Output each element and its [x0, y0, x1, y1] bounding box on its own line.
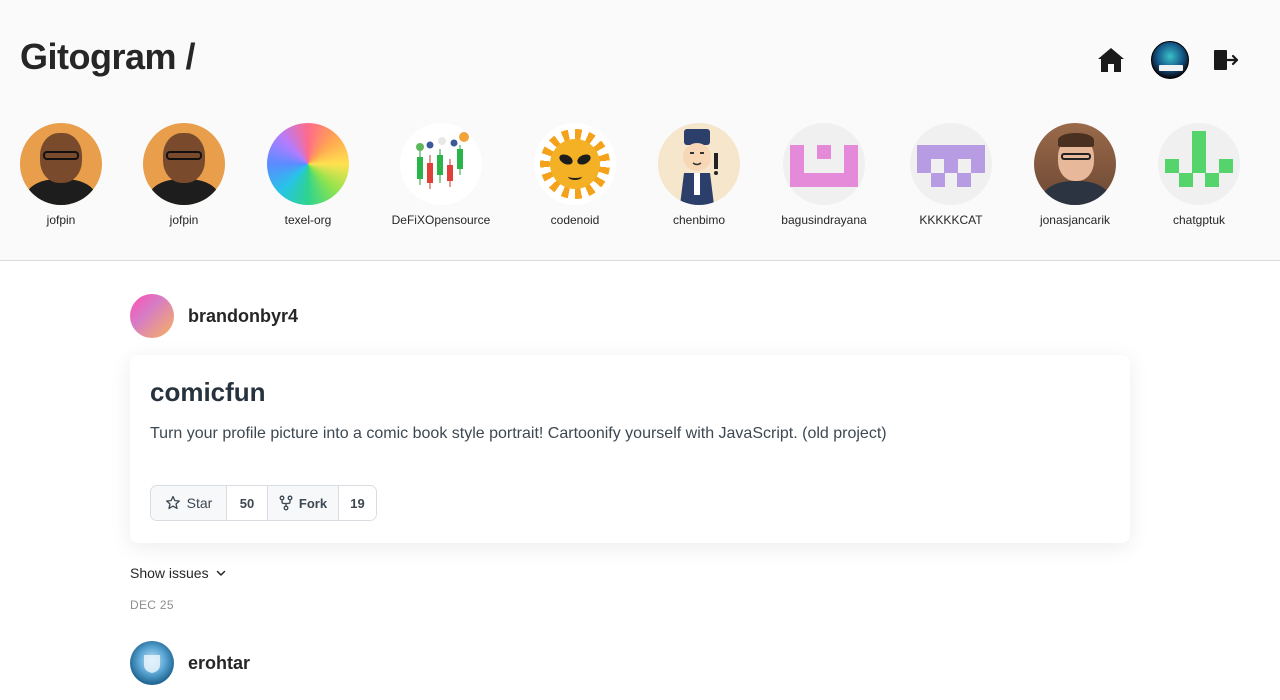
story-item[interactable]: DeFiXOpensource — [381, 123, 501, 227]
identicon-purple — [917, 145, 985, 187]
logout-button[interactable] — [1211, 40, 1241, 80]
story-item[interactable]: bagusindrayana — [764, 123, 884, 227]
top-nav — [1096, 40, 1241, 80]
story-item[interactable]: texel-org — [248, 123, 368, 227]
story-avatar — [143, 123, 225, 205]
repo-title[interactable]: comicfun — [150, 377, 1110, 408]
story-username: KKKKKCAT — [919, 213, 983, 227]
avatar-badge — [1159, 65, 1183, 71]
app-logo[interactable]: Gitogram / — [20, 36, 196, 78]
story-item[interactable]: jonasjancarik — [1015, 123, 1135, 227]
fork-button[interactable]: Fork — [268, 486, 339, 520]
identicon-pink — [790, 145, 858, 187]
user-avatar[interactable] — [130, 641, 174, 685]
story-avatar — [783, 123, 865, 205]
story-username: jofpin — [46, 213, 76, 227]
story-avatar — [910, 123, 992, 205]
star-icon — [165, 495, 180, 510]
story-username: texel-org — [284, 213, 332, 227]
story-username: DeFiXOpensource — [391, 213, 491, 227]
logout-icon — [1214, 50, 1239, 70]
story-item[interactable]: jofpin — [124, 123, 244, 227]
logo-icon — [144, 655, 160, 673]
story-item[interactable]: codenoid — [515, 123, 635, 227]
fork-count[interactable]: 19 — [339, 486, 376, 520]
star-count[interactable]: 50 — [227, 486, 268, 520]
story-username: bagusindrayana — [781, 213, 867, 227]
star-label: Star — [186, 495, 213, 511]
user-avatar[interactable] — [130, 294, 174, 338]
profile-avatar-button[interactable] — [1151, 41, 1189, 79]
story-avatar — [20, 123, 102, 205]
story-item[interactable]: chatgptuk — [1139, 123, 1259, 227]
identicon-green — [1165, 131, 1233, 187]
home-icon — [1098, 48, 1124, 72]
feed-post: erohtar — [130, 641, 1130, 685]
feed-post: brandonbyr4 comicfun Turn your profile p… — [130, 294, 1130, 612]
top-bar: Gitogram / jofpin jofpin texel-org DeFiX… — [0, 0, 1280, 261]
cartoon-character-icon — [680, 129, 718, 205]
post-date: DEC 25 — [130, 598, 174, 612]
post-username[interactable]: brandonbyr4 — [188, 306, 298, 327]
fork-icon — [279, 495, 293, 511]
story-username: chatgptuk — [1172, 213, 1226, 227]
star-button[interactable]: Star — [151, 486, 227, 520]
story-username: codenoid — [550, 213, 600, 227]
candlestick-chart-icon — [416, 132, 469, 189]
post-header: erohtar — [130, 641, 1130, 685]
story-avatar — [267, 123, 349, 205]
story-username: jonasjancarik — [1039, 213, 1111, 227]
story-username: chenbimo — [672, 213, 726, 227]
show-issues-label: Show issues — [130, 565, 209, 581]
story-avatar — [658, 123, 740, 205]
story-username: jofpin — [169, 213, 199, 227]
story-item[interactable]: jofpin — [1, 123, 121, 227]
repo-actions: Star 50 Fork 19 — [150, 485, 377, 521]
repo-card: comicfun Turn your profile picture into … — [130, 355, 1130, 543]
story-item[interactable]: chenbimo — [639, 123, 759, 227]
story-avatar — [1158, 123, 1240, 205]
show-issues-toggle[interactable]: Show issues — [130, 565, 1130, 581]
story-avatar — [534, 123, 616, 205]
home-button[interactable] — [1096, 40, 1126, 80]
post-header: brandonbyr4 — [130, 294, 1130, 338]
feed: brandonbyr4 comicfun Turn your profile p… — [130, 294, 1130, 685]
story-avatar — [1034, 123, 1116, 205]
fork-label: Fork — [298, 495, 328, 511]
story-avatar — [400, 123, 482, 205]
story-item[interactable]: KKKKKCAT — [891, 123, 1011, 227]
post-username[interactable]: erohtar — [188, 653, 250, 674]
repo-description: Turn your profile picture into a comic b… — [150, 425, 887, 442]
chevron-down-icon — [216, 570, 225, 576]
